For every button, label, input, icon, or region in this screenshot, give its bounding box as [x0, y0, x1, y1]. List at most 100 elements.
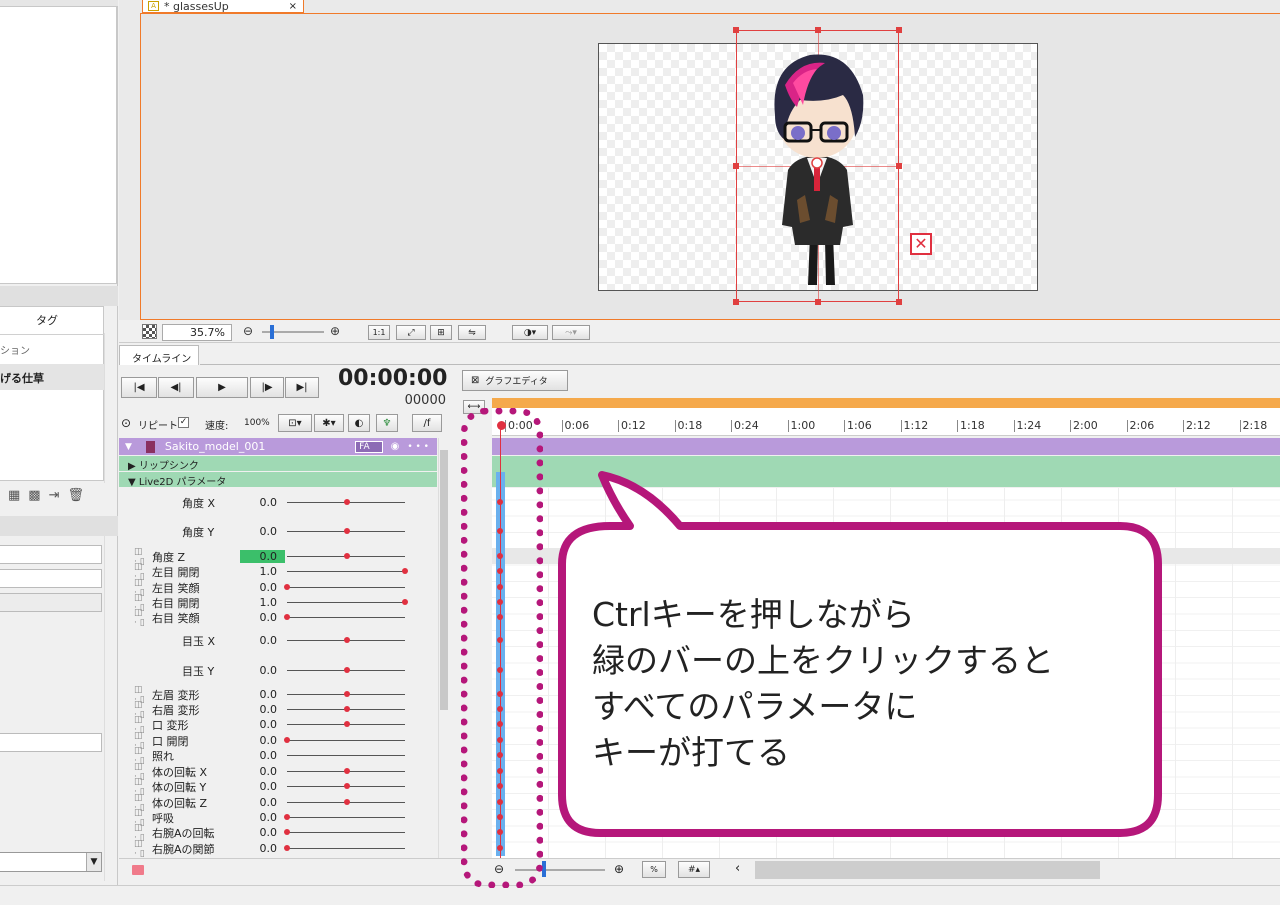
parameter-row[interactable]: ◫ · ▯ 体の回転 Y 0.0 — [120, 777, 438, 797]
params-group-row[interactable]: ▼ Live2D パラメータ — [119, 472, 437, 488]
slider-knob[interactable] — [344, 690, 350, 697]
parameter-value[interactable]: 0.0 — [240, 703, 285, 716]
collapse-icon[interactable]: ⊙ — [121, 416, 131, 430]
parameter-value[interactable]: 0.0 — [240, 525, 285, 538]
slider-knob[interactable] — [284, 844, 290, 851]
file-tab-close-icon[interactable]: × — [289, 1, 297, 12]
parameter-value[interactable]: 0.0 — [240, 826, 285, 839]
parameter-slider[interactable] — [285, 689, 407, 701]
slider-knob[interactable] — [344, 527, 350, 534]
parameter-row[interactable]: ◫ · ▯ 角度 Z 0.0 — [120, 547, 438, 567]
repeat-checkbox[interactable]: ✓ — [178, 417, 189, 428]
model-row[interactable]: ▼ Sakito_model_001 FA ◉ • • • — [119, 438, 437, 455]
character-illustration[interactable] — [755, 45, 880, 290]
parameter-row[interactable]: ◫ · ▯ 口 開閉 0.0 — [120, 731, 438, 751]
parameter-value[interactable]: 0.0 — [240, 634, 285, 647]
play-button[interactable]: ▶ — [196, 377, 248, 398]
parameter-value[interactable]: 0.0 — [240, 496, 285, 509]
parameter-value[interactable]: 0.0 — [240, 765, 285, 778]
display-mode-button[interactable]: ◑▾ — [512, 325, 548, 340]
zoom-percent-button[interactable]: % — [642, 861, 666, 878]
parameter-row[interactable]: ◫ · ▯ 口 変形 0.0 — [120, 715, 438, 735]
selection-handle[interactable] — [896, 27, 902, 33]
flip-button[interactable]: ⇋ — [458, 325, 486, 340]
parameter-row[interactable]: ◫ · ▯ 左目 笑顔 0.0 — [120, 578, 438, 598]
parameter-value[interactable]: 0.0 — [240, 718, 285, 731]
parameter-row[interactable]: ◫ · ▯ 左目 開閉 1.0 — [120, 562, 438, 582]
parameter-value[interactable]: 0.0 — [240, 664, 285, 677]
slider-knob[interactable] — [402, 598, 408, 605]
grid-toggle-button[interactable]: ⊞ — [430, 325, 452, 340]
parameter-row[interactable]: ◫ · ▯ 右眉 変形 0.0 — [120, 700, 438, 720]
slider-knob[interactable] — [344, 552, 350, 559]
parameter-slider[interactable] — [285, 719, 407, 731]
parameter-row[interactable]: ◫ · ▯ 呼吸 0.0 — [120, 808, 438, 828]
parameter-slider[interactable] — [284, 612, 407, 624]
parameter-slider[interactable] — [285, 665, 407, 677]
slider-knob[interactable] — [344, 636, 350, 643]
selection-handle[interactable] — [733, 299, 739, 305]
panel-scrollbar-thumb[interactable] — [440, 450, 448, 710]
key-filter-button[interactable]: ♆ — [376, 414, 398, 432]
layer-icon[interactable]: ▦ — [8, 488, 20, 504]
go-to-end-button[interactable]: ▶| — [285, 377, 319, 398]
pivot-marker-icon[interactable]: ✕ — [910, 233, 932, 255]
parameter-value[interactable]: 0.0 — [240, 688, 285, 701]
slider-knob[interactable] — [344, 498, 350, 505]
zoom-slider-thumb[interactable] — [270, 325, 274, 339]
parameter-row[interactable]: ◫ · ▯ 右腕Aの関節 0.0 — [120, 839, 438, 859]
slider-knob[interactable] — [344, 720, 350, 727]
link-icon[interactable]: ◫ · ▯ — [120, 839, 148, 859]
parameter-slider[interactable] — [284, 582, 407, 594]
parameter-slider[interactable] — [285, 797, 407, 809]
zoom-in-icon[interactable]: ⊕ — [330, 324, 340, 338]
parameter-row[interactable]: 目玉 Y 0.0 — [120, 663, 438, 678]
parameter-row[interactable]: ◫ · ▯ 右目 笑顔 0.0 — [120, 608, 438, 628]
graph-editor-button[interactable]: ⊠ グラフエディタ — [462, 370, 568, 391]
parameter-slider[interactable] — [285, 551, 407, 563]
slider-knob[interactable] — [344, 798, 350, 805]
link-icon[interactable]: ◫ · ▯ — [120, 608, 148, 628]
parameter-slider[interactable] — [285, 526, 407, 538]
parameter-slider[interactable] — [284, 812, 407, 824]
parameter-value[interactable]: 0.0 — [240, 581, 285, 594]
folder-icon[interactable] — [132, 865, 144, 875]
parameter-slider[interactable] — [285, 597, 408, 609]
model-track[interactable] — [492, 438, 1280, 455]
work-area-bar[interactable] — [492, 398, 1280, 408]
parameter-value[interactable]: 0.0 — [240, 842, 285, 855]
checker-toggle-icon[interactable] — [142, 324, 157, 339]
parameter-row[interactable]: ◫ · ▯ 体の回転 Z 0.0 — [120, 793, 438, 813]
scroll-left-icon[interactable]: ‹ — [735, 861, 740, 876]
parameter-value[interactable]: 0.0 — [240, 734, 285, 747]
slider-knob[interactable] — [284, 813, 290, 820]
extra-tool-button[interactable]: ⤳▾ — [552, 325, 590, 340]
parameter-row[interactable]: ◫ · ▯ 右腕Aの回転 0.0 — [120, 823, 438, 843]
parameter-slider[interactable] — [285, 766, 407, 778]
parameter-value[interactable]: 0.0 — [240, 550, 285, 564]
slider-knob[interactable] — [284, 828, 290, 835]
slider-knob[interactable] — [344, 782, 350, 789]
property-field[interactable] — [0, 545, 102, 564]
grid-options-button[interactable]: #▴ — [678, 861, 710, 878]
model-badge[interactable]: FA — [355, 440, 383, 453]
parameter-slider[interactable] — [284, 827, 407, 839]
parameter-slider[interactable] — [285, 781, 407, 793]
property-field[interactable] — [0, 733, 102, 752]
parameter-row[interactable]: 目玉 X 0.0 — [120, 633, 438, 648]
parameter-slider[interactable] — [284, 843, 407, 855]
parameter-value[interactable]: 1.0 — [240, 596, 285, 609]
zoom-out-icon[interactable]: ⊖ — [243, 324, 253, 338]
expand-arrow-icon[interactable]: ▼ — [125, 442, 132, 452]
slider-knob[interactable] — [344, 666, 350, 673]
trash-icon[interactable]: 🗑 — [68, 488, 85, 504]
selection-handle[interactable] — [896, 299, 902, 305]
parameter-value[interactable]: 1.0 — [240, 565, 285, 578]
visibility-eye-icon[interactable]: ◉ — [391, 441, 400, 452]
properties-scrollbar[interactable] — [104, 536, 117, 881]
speed-value[interactable]: 100% — [244, 418, 270, 428]
slider-knob[interactable] — [284, 613, 290, 620]
tag-list-item[interactable]: ション — [0, 342, 30, 357]
zoom-field[interactable]: 35.7% — [162, 324, 232, 341]
parameter-value[interactable]: 0.0 — [240, 749, 285, 762]
